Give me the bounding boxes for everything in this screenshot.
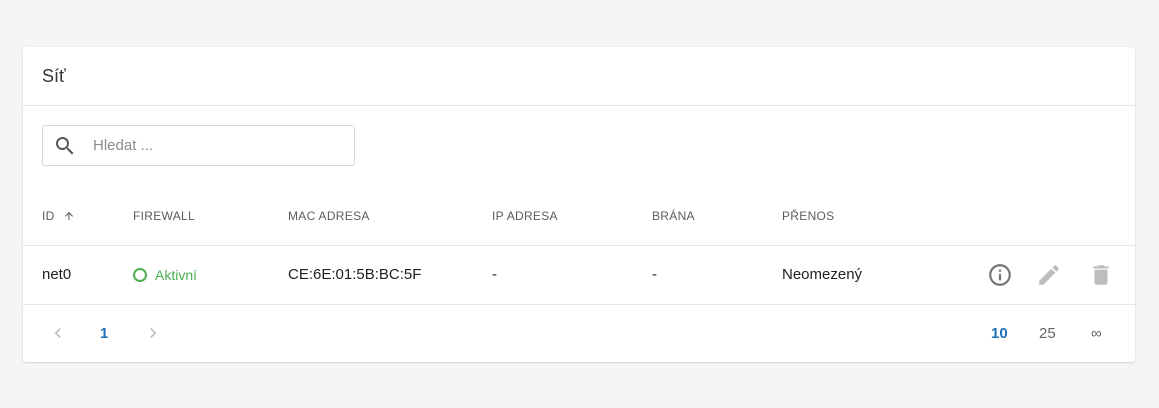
delete-button[interactable]: [1088, 262, 1114, 288]
cell-id: net0: [42, 266, 72, 283]
page-number-button[interactable]: 1: [100, 325, 108, 342]
edit-button[interactable]: [1036, 262, 1062, 288]
page-size-option[interactable]: ∞: [1091, 325, 1102, 342]
cell-firewall: Aktivní: [133, 267, 197, 283]
delete-icon: [1093, 265, 1109, 285]
cell-transfer: Neomezený: [782, 266, 863, 283]
page-size-option[interactable]: 25: [1039, 325, 1056, 342]
edit-icon: [1039, 265, 1059, 285]
search-box[interactable]: [42, 125, 355, 166]
card-header: Síť: [23, 47, 1135, 106]
page-size-option[interactable]: 10: [991, 325, 1008, 342]
search-icon: [53, 134, 77, 158]
column-header-ip[interactable]: IP ADRESA: [492, 209, 558, 223]
column-header-gateway[interactable]: BRÁNA: [652, 209, 695, 223]
firewall-status-text: Aktivní: [155, 267, 198, 283]
info-icon: [989, 264, 1011, 286]
cell-ip: -: [492, 266, 497, 283]
info-button[interactable]: [987, 262, 1013, 288]
chevron-right-icon: [150, 328, 157, 338]
chevron-left-icon: [54, 328, 61, 338]
search-input[interactable]: [91, 136, 335, 155]
network-card: Síť ID FIREWALL MAC ADRESA IP ADRESA BRÁ…: [23, 47, 1135, 362]
previous-page-button[interactable]: [48, 323, 68, 343]
sort-arrow-up-icon[interactable]: [63, 210, 75, 222]
table-header: ID FIREWALL MAC ADRESA IP ADRESA BRÁNA P…: [23, 187, 1135, 246]
pagination: 1 10 25 ∞: [23, 305, 1135, 362]
column-header-transfer[interactable]: PŘENOS: [782, 209, 834, 223]
table-row: net0 Aktivní CE:6E:01:5B:BC:5F - - Neome…: [23, 246, 1135, 305]
cell-gateway: -: [652, 266, 657, 283]
status-circle-icon: [133, 268, 147, 282]
column-header-firewall[interactable]: FIREWALL: [133, 209, 195, 223]
next-page-button[interactable]: [143, 323, 163, 343]
column-header-id[interactable]: ID: [42, 209, 75, 223]
column-header-label: ID: [42, 209, 55, 223]
cell-mac: CE:6E:01:5B:BC:5F: [288, 266, 422, 283]
column-header-mac[interactable]: MAC ADRESA: [288, 209, 370, 223]
card-title: Síť: [42, 65, 66, 86]
